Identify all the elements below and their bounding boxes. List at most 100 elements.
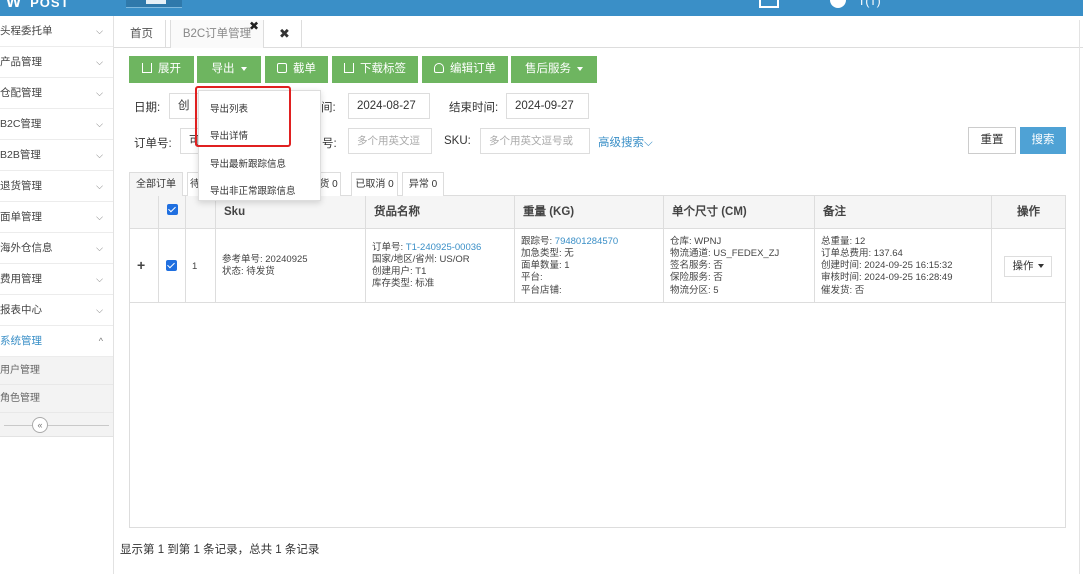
- order-no-link[interactable]: T1-240925-00036: [406, 242, 482, 253]
- tracking-no-link[interactable]: 794801284570: [555, 236, 618, 247]
- expand-button[interactable]: 展开: [129, 56, 194, 83]
- tab-home[interactable]: 首页: [118, 20, 166, 48]
- size-cell: 仓库: WPNJ 物流通道: US_FEDEX_ZJ 签名服务: 否 保险服务:…: [663, 229, 814, 303]
- avatar[interactable]: [830, 0, 846, 8]
- reset-button[interactable]: 重置: [968, 127, 1016, 154]
- divider: [4, 425, 109, 426]
- edit-order-button[interactable]: 编辑订单: [422, 56, 508, 83]
- caret-down-icon: [240, 66, 247, 71]
- expand-row-icon[interactable]: +: [137, 257, 145, 273]
- start-time-label: 间:: [321, 102, 336, 114]
- sidebar-item[interactable]: 退货管理 ⌵: [0, 171, 113, 202]
- sidebar-item-label: 产品管理: [0, 56, 42, 68]
- advanced-search-link[interactable]: 高级搜索⌵: [598, 134, 653, 150]
- chevron-down-icon: ⌵: [96, 212, 103, 222]
- tracking-line: 跟踪号: 794801284570: [521, 236, 619, 247]
- export-latest-tracking-item[interactable]: 导出最新跟踪信息: [210, 156, 286, 170]
- sidebar-item[interactable]: 报表中心 ⌵: [0, 295, 113, 326]
- tab-close-icon[interactable]: ✖: [249, 12, 259, 40]
- sku-input[interactable]: 多个用英文逗号或: [480, 128, 590, 154]
- status-tab-cancelled[interactable]: 已取消 0: [351, 172, 398, 196]
- end-time-label: 结束时间:: [449, 102, 499, 114]
- start-date-input[interactable]: 2024-08-27: [348, 93, 430, 119]
- status-tab-all[interactable]: 全部订单: [129, 172, 183, 196]
- sidebar-subitem-roles[interactable]: 角色管理: [0, 385, 113, 413]
- sidebar-item-label: 仓配管理: [0, 87, 42, 99]
- chevron-down-icon: ⌵: [96, 181, 103, 191]
- chevron-down-icon: ⌵: [96, 305, 103, 315]
- sidebar-item[interactable]: B2C管理 ⌵: [0, 109, 113, 140]
- end-date-input[interactable]: 2024-09-27: [506, 93, 589, 119]
- pagination-summary: 显示第 1 到第 1 条记录，总共 1 条记录: [120, 544, 320, 556]
- chevron-down-icon: ⌵: [96, 26, 103, 36]
- message-icon[interactable]: [759, 0, 779, 8]
- chevron-down-icon: ⌵: [644, 137, 653, 149]
- sidebar-item-label: B2C管理: [0, 118, 42, 130]
- goods-line: 库存类型: 标准: [372, 278, 435, 289]
- header-remark: 备注: [814, 196, 991, 229]
- sidebar-item[interactable]: 面单管理 ⌵: [0, 202, 113, 233]
- after-sales-button[interactable]: 售后服务: [511, 56, 597, 83]
- weight-cell: 跟踪号: 794801284570 加急类型: 无 面单数量: 1 平台: 平台…: [514, 229, 663, 303]
- logo[interactable]: W POST: [6, 0, 70, 12]
- sidebar-subitem-users[interactable]: 用户管理: [0, 357, 113, 385]
- sidebar-item-label: 系统管理: [0, 335, 42, 347]
- row-checkbox[interactable]: [166, 260, 177, 271]
- download-icon: [142, 63, 152, 73]
- remark-line: 总重量: 12: [821, 236, 866, 247]
- page-tabs: 首页 B2C订单管理 ✖ ✖: [114, 19, 1083, 48]
- sidebar-item-label: 退货管理: [0, 180, 42, 192]
- user-icon: [434, 63, 444, 73]
- remark-line: 创建时间: 2024-09-25 16:15:32: [821, 260, 953, 271]
- top-chip-mark: [146, 0, 166, 4]
- header-select-all[interactable]: [158, 196, 185, 229]
- download-icon: [344, 63, 354, 73]
- remark-cell: 总重量: 12 订单总费用: 137.64 创建时间: 2024-09-25 1…: [814, 229, 991, 303]
- export-button[interactable]: 导出: [197, 56, 261, 83]
- sidebar-item[interactable]: 海外仓信息 ⌵: [0, 233, 113, 264]
- header-size: 单个尺寸 (CM): [663, 196, 814, 229]
- order-no-label: 订单号:: [134, 138, 172, 150]
- sidebar-item[interactable]: B2B管理 ⌵: [0, 140, 113, 171]
- chevron-down-icon: ⌵: [96, 119, 103, 129]
- tracking-no-input[interactable]: 多个用英文逗: [348, 128, 432, 154]
- weight-line: 平台:: [521, 272, 543, 283]
- sidebar-item[interactable]: 仓配管理 ⌵: [0, 78, 113, 109]
- date-label: 日期:: [134, 102, 161, 114]
- export-abnormal-tracking-item[interactable]: 导出非正常跟踪信息: [210, 183, 296, 197]
- row-index: 1: [192, 261, 198, 272]
- close-all-tabs-icon[interactable]: ✖: [268, 20, 302, 48]
- table-row: + 1 参考单号: 20240925 状态: 待发货 订单号: T1-24092…: [130, 229, 1065, 303]
- sidebar-item[interactable]: 费用管理 ⌵: [0, 264, 113, 295]
- sidebar-item-label: 面单管理: [0, 211, 42, 223]
- header-action: 操作: [991, 196, 1065, 229]
- size-line: 保险服务: 否: [670, 272, 723, 283]
- sidebar-item[interactable]: 头程委托单 ⌵: [0, 16, 113, 47]
- user-name[interactable]: T(T): [858, 0, 881, 8]
- download-label-button[interactable]: 下载标签: [332, 56, 418, 83]
- sidebar-item-label: 费用管理: [0, 273, 42, 285]
- highlight-annotation: [195, 86, 291, 147]
- remark-line: 审核时间: 2024-09-25 16:28:49: [821, 272, 953, 283]
- checkbox-checked-icon[interactable]: [167, 204, 178, 215]
- scrollbar-track[interactable]: [1079, 20, 1080, 574]
- order-no-line: 订单号: T1-240925-00036: [372, 242, 482, 253]
- tab-b2c-orders[interactable]: B2C订单管理 ✖: [170, 19, 264, 48]
- logo-text: POST: [30, 0, 70, 10]
- sku-label: SKU:: [444, 135, 471, 147]
- chevron-down-icon: ⌵: [96, 57, 103, 67]
- weight-line: 面单数量: 1: [521, 260, 570, 271]
- sidebar-item[interactable]: 产品管理 ⌵: [0, 47, 113, 78]
- collapse-sidebar-icon[interactable]: «: [32, 417, 48, 433]
- search-button[interactable]: 搜索: [1020, 127, 1066, 154]
- intercept-button[interactable]: 截单: [265, 56, 328, 83]
- orders-table: Sku 货品名称 重量 (KG) 单个尺寸 (CM) 备注 操作 + 1 参考单…: [129, 196, 1066, 528]
- sidebar-item-label: 头程委托单: [0, 25, 53, 37]
- row-action-button[interactable]: 操作: [1004, 256, 1052, 277]
- status-tab-exception[interactable]: 异常 0: [402, 172, 444, 196]
- goods-cell: 订单号: T1-240925-00036 国家/地区/省州: US/OR 创建用…: [365, 229, 514, 303]
- sidebar-item[interactable]: 系统管理 ^: [0, 326, 113, 357]
- chevron-up-icon: ^: [98, 336, 103, 346]
- reference-no: 参考单号: 20240925: [222, 254, 308, 265]
- chevron-down-icon: ⌵: [96, 150, 103, 160]
